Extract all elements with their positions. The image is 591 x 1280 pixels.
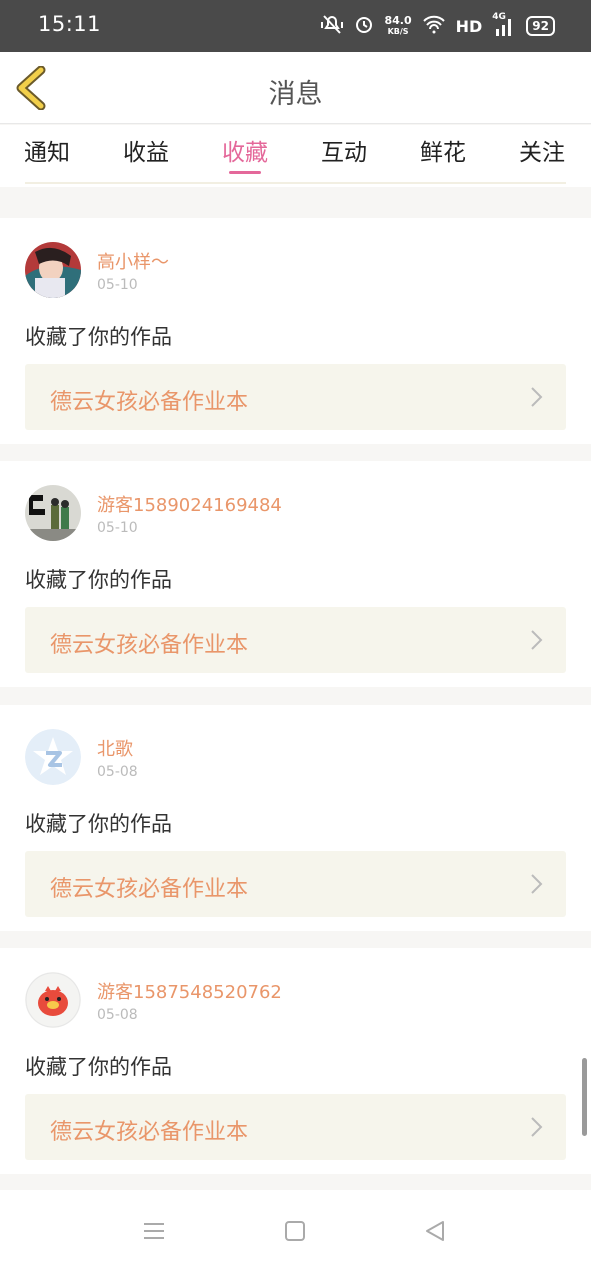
app-header: 消息 — [0, 52, 591, 124]
work-title: 德云女孩必备作业本 — [50, 633, 249, 658]
avatar[interactable] — [25, 485, 81, 541]
home-square-icon — [285, 1221, 305, 1241]
action-text: 收藏了你的作品 — [25, 325, 172, 349]
timestamp: 05-10 — [97, 520, 138, 536]
action-text: 收藏了你的作品 — [25, 812, 172, 836]
tab-flowers[interactable]: 鲜花 — [420, 133, 466, 167]
tab-following[interactable]: 关注 — [519, 133, 565, 167]
work-link[interactable]: 德云女孩必备作业本 — [25, 1094, 566, 1160]
tab-notifications[interactable]: 通知 — [24, 133, 70, 167]
tab-divider — [25, 182, 566, 184]
timestamp: 05-10 — [97, 277, 138, 293]
system-back-button[interactable] — [424, 1220, 446, 1246]
network-speed-value: 84.0 — [384, 14, 412, 27]
work-link[interactable]: 德云女孩必备作业本 — [25, 851, 566, 917]
list-item: 高小样～ 05-10 收藏了你的作品 德云女孩必备作业本 — [0, 218, 591, 444]
home-button[interactable] — [284, 1220, 306, 1246]
list-item: 北歌 05-08 收藏了你的作品 德云女孩必备作业本 — [0, 705, 591, 931]
list-item: 游客1589024169484 05-10 收藏了你的作品 德云女孩必备作业本 — [0, 461, 591, 687]
battery-indicator: 92 — [526, 16, 555, 36]
chevron-right-icon — [531, 874, 543, 894]
avatar[interactable] — [25, 729, 81, 785]
tab-earnings[interactable]: 收益 — [123, 133, 169, 167]
wifi-icon — [422, 14, 446, 38]
page-title: 消息 — [268, 79, 323, 110]
system-nav-bar — [0, 1190, 591, 1280]
chevron-right-icon — [531, 387, 543, 407]
menu-icon — [144, 1223, 164, 1239]
avatar[interactable] — [25, 972, 81, 1028]
work-title: 德云女孩必备作业本 — [50, 1120, 249, 1145]
list-item: 游客1587548520762 05-08 收藏了你的作品 德云女孩必备作业本 — [0, 948, 591, 1174]
action-text: 收藏了你的作品 — [25, 1055, 172, 1079]
status-time: 15:11 — [38, 12, 102, 36]
work-link[interactable]: 德云女孩必备作业本 — [25, 364, 566, 430]
username[interactable]: 游客1587548520762 — [97, 978, 282, 1004]
alarm-icon — [354, 14, 374, 38]
tab-interactions[interactable]: 互动 — [321, 133, 367, 167]
action-text: 收藏了你的作品 — [25, 568, 172, 592]
tab-favorites[interactable]: 收藏 — [222, 133, 268, 167]
username[interactable]: 北歌 — [97, 735, 133, 761]
timestamp: 05-08 — [97, 1007, 138, 1023]
scrollbar[interactable] — [582, 1058, 587, 1136]
work-title: 德云女孩必备作业本 — [50, 390, 249, 415]
signal-icon: 4G — [492, 12, 516, 37]
avatar[interactable] — [25, 242, 81, 298]
chevron-right-icon — [531, 1117, 543, 1137]
mute-vibrate-icon — [320, 13, 344, 39]
triangle-back-icon — [426, 1221, 444, 1241]
tab-bar: 通知 收益 收藏 互动 鲜花 关注 — [0, 125, 591, 187]
username[interactable]: 高小样～ — [97, 248, 169, 274]
username[interactable]: 游客1589024169484 — [97, 491, 282, 517]
network-speed-unit: KB/S — [387, 27, 409, 36]
menu-button[interactable] — [143, 1220, 165, 1246]
status-icons: 84.0 KB/S HD 4G 92 — [320, 12, 555, 39]
work-link[interactable]: 德云女孩必备作业本 — [25, 607, 566, 673]
hd-indicator: HD — [455, 16, 483, 36]
timestamp: 05-08 — [97, 764, 138, 780]
network-speed: 84.0 KB/S — [384, 15, 411, 37]
work-title: 德云女孩必备作业本 — [50, 877, 249, 902]
active-tab-indicator — [229, 171, 261, 174]
chevron-right-icon — [531, 630, 543, 650]
status-bar: 15:11 84.0 KB/S HD 4G 92 — [0, 0, 591, 52]
